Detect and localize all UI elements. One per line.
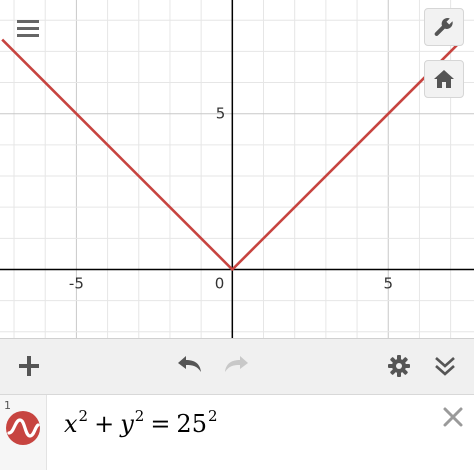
graph-canvas[interactable]: -5 0 5 5	[0, 0, 474, 338]
graph-style-icon	[6, 411, 40, 445]
delete-expression-button[interactable]	[440, 404, 466, 430]
redo-button[interactable]	[220, 349, 254, 383]
expression-math[interactable]: x2 + y2 = 252	[64, 407, 218, 438]
undo-icon	[178, 356, 201, 372]
expression-gutter: 1	[0, 395, 47, 470]
undo-button[interactable]	[172, 349, 206, 383]
add-item-button[interactable]	[12, 349, 46, 383]
expression-item[interactable]: 1 x2 + y2 = 252	[0, 394, 474, 470]
hamburger-menu-icon	[17, 20, 39, 37]
expression-color-toggle[interactable]	[4, 409, 42, 451]
expression-toolbar	[0, 338, 474, 394]
y-variable: y	[120, 410, 134, 438]
default-zoom-button[interactable]	[424, 60, 464, 98]
x-variable: x	[64, 410, 78, 438]
plus-icon	[19, 356, 39, 376]
double-chevron-down-icon	[435, 357, 455, 376]
equals-sign: =	[150, 410, 171, 438]
expression-list-toggle-button[interactable]	[10, 12, 46, 44]
plus-operator: +	[94, 410, 115, 438]
settings-button[interactable]	[382, 349, 416, 383]
graph-settings-button[interactable]	[424, 8, 464, 46]
close-icon	[443, 407, 463, 427]
collapse-list-button[interactable]	[428, 349, 462, 383]
graph-svg[interactable]: -5 0 5 5	[0, 0, 474, 338]
redo-icon	[225, 356, 248, 372]
y-exponent: 2	[134, 407, 145, 425]
gear-icon	[388, 355, 410, 377]
rhs-base: 25	[176, 410, 207, 438]
x-exponent: 2	[78, 407, 89, 425]
home-icon	[434, 70, 454, 88]
x-tick-label: 0	[215, 274, 225, 292]
wrench-icon	[434, 18, 453, 36]
x-tick-label: -5	[69, 274, 84, 292]
rhs-exponent: 2	[207, 407, 218, 425]
y-tick-label: 5	[216, 105, 226, 123]
x-tick-label: 5	[383, 274, 393, 292]
